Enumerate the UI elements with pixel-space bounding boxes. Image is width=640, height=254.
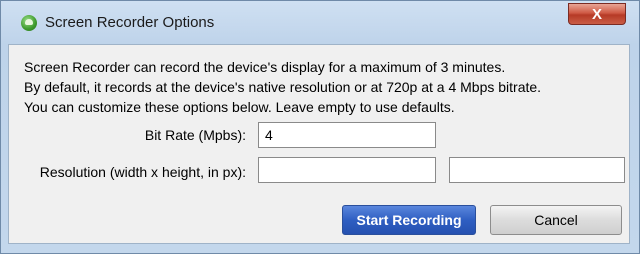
window-title: Screen Recorder Options bbox=[45, 14, 215, 31]
cancel-button[interactable]: Cancel bbox=[490, 205, 622, 235]
bit-rate-label: Bit Rate (Mpbs): bbox=[144, 127, 246, 143]
android-icon bbox=[21, 15, 37, 31]
resolution-height-input[interactable] bbox=[449, 157, 625, 183]
resolution-label: Resolution (width x height, in px): bbox=[39, 164, 246, 180]
bit-rate-input[interactable] bbox=[258, 122, 436, 148]
title-bar[interactable]: Screen Recorder Options X bbox=[1, 1, 639, 45]
resolution-width-input[interactable] bbox=[258, 157, 436, 183]
start-recording-button[interactable]: Start Recording bbox=[342, 205, 476, 235]
description-line-2: By default, it records at the device's n… bbox=[24, 79, 542, 95]
description-line-1: Screen Recorder can record the device's … bbox=[24, 59, 506, 75]
close-button[interactable]: X bbox=[568, 3, 626, 25]
description-line-3: You can customize these options below. L… bbox=[24, 99, 455, 115]
